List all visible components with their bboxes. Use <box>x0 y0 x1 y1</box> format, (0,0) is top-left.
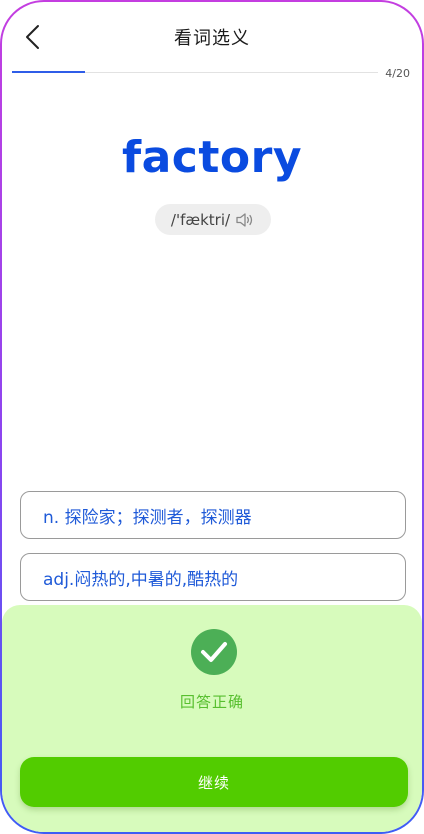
result-message: 回答正确 <box>179 693 244 711</box>
continue-button[interactable]: 继续 <box>20 757 408 807</box>
screen: 看词选义 4/20 factory /'fæktri/ n. 探险家；探测者，探… <box>2 2 422 832</box>
answer-option-label: adj.闷热的,中暑的,酷热的 <box>43 569 239 590</box>
progress-bar <box>12 71 378 73</box>
answer-option-label: n. 探险家；探测者，探测器 <box>43 507 252 528</box>
progress-fill <box>12 71 86 73</box>
answer-option-2[interactable]: adj.闷热的,中暑的,酷热的 <box>20 553 406 601</box>
progress-counter: 4/20 <box>385 67 410 80</box>
phonetic-text: /'fæktri/ <box>170 210 231 229</box>
speaker-icon <box>236 212 253 227</box>
answer-option-1[interactable]: n. 探险家；探测者，探测器 <box>20 491 406 539</box>
continue-button-label: 继续 <box>197 773 230 792</box>
page-title: 看词选义 <box>174 28 250 49</box>
check-circle-icon <box>191 629 237 675</box>
vocabulary-word: factory <box>121 132 303 183</box>
result-panel: 回答正确 继续 <box>2 605 422 832</box>
device-frame: 看词选义 4/20 factory /'fæktri/ n. 探险家；探测者，探… <box>0 0 424 834</box>
checkmark-icon <box>201 642 227 662</box>
pronunciation-button[interactable]: /'fæktri/ <box>155 204 271 235</box>
